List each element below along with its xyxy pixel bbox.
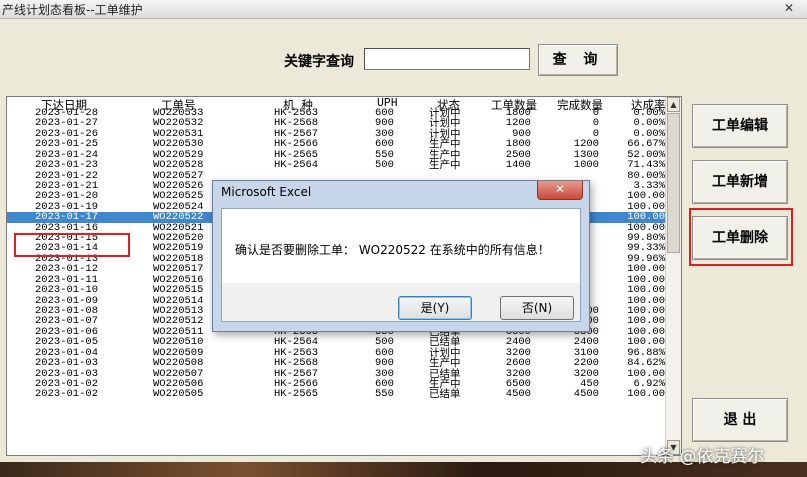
table-row[interactable]: 2023-01-24 WO220529 HK-2565 550 生产中 2500 1300 5… xyxy=(7,149,667,160)
table-row[interactable]: 2023-01-04 WO220509 HK-2563 600 计划中 3200 3100 9… xyxy=(7,347,667,358)
cell-done-qty: 4500 xyxy=(573,388,599,401)
delete-button-highlight xyxy=(689,208,793,266)
edit-order-button[interactable]: 工单编辑 xyxy=(692,104,788,148)
scroll-up-icon[interactable]: ▲ xyxy=(667,97,680,112)
table-row[interactable]: 2023-01-28 WO220533 HK-2563 600 计划中 1800 0 0.00… xyxy=(7,108,667,119)
cell-status: 生产中 xyxy=(429,357,461,370)
cell-uph: 900 xyxy=(375,357,394,370)
cell-issue-date: 2023-01-23 xyxy=(35,159,99,172)
keyword-label: 关键字查询 xyxy=(284,54,354,70)
cell-rate: 84.62% xyxy=(627,357,665,370)
dialog-message: 确认是否要删除工单： WO220522 在系统中的所有信息！ xyxy=(235,243,550,257)
exit-button[interactable]: 退 出 xyxy=(692,398,788,442)
add-order-button[interactable]: 工单新增 xyxy=(692,160,788,204)
table-row[interactable]: 2023-01-03 WO220508 HK-2568 900 生产中 2600 2200 8… xyxy=(7,357,667,370)
cell-work-order: WO220508 xyxy=(153,357,204,370)
table-row[interactable]: 2023-01-05 WO220510 HK-2564 500 已结单 2400 2400 1… xyxy=(7,337,667,348)
dialog-close-icon[interactable]: ✕ xyxy=(537,181,583,200)
cell-done-qty: 1000 xyxy=(573,159,599,172)
cell-status: 生产中 xyxy=(429,159,461,172)
no-button[interactable]: 否(N) xyxy=(500,296,574,320)
yes-button[interactable]: 是(Y) xyxy=(398,296,472,320)
table-row[interactable]: 2023-01-26 WO220531 HK-2567 300 计划中 900 0 0.00% xyxy=(7,128,667,139)
cell-work-order: WO220528 xyxy=(153,159,204,172)
cell-order-qty: 1400 xyxy=(505,159,531,172)
cell-rate: 71.43% xyxy=(627,159,665,172)
cell-uph: 550 xyxy=(375,388,394,401)
cell-work-order: WO220515 xyxy=(153,284,204,297)
keyword-input[interactable] xyxy=(364,48,530,70)
form-titlebar: 产线计划态看板--工单维护 ✕ xyxy=(0,0,807,19)
dialog-body: 确认是否要删除工单： WO220522 在系统中的所有信息！ 是(Y) 否(N) xyxy=(221,208,581,322)
cell-model: HK-2568 xyxy=(274,357,319,370)
cell-model: HK-2565 xyxy=(274,388,319,401)
table-row[interactable]: 2023-01-02 WO220506 HK-2566 600 生产中 6500 450 6.… xyxy=(7,378,667,389)
cell-issue-date: 2023-01-02 xyxy=(35,388,99,401)
cell-issue-date: 2023-01-03 xyxy=(35,357,99,370)
cell-work-order: WO220505 xyxy=(153,388,204,401)
cell-order-qty: 2600 xyxy=(505,357,531,370)
cell-issue-date: 2023-01-10 xyxy=(35,284,99,297)
dialog-message-area: 确认是否要删除工单： WO220522 在系统中的所有信息！ xyxy=(222,209,580,283)
cell-model: HK-2564 xyxy=(274,159,319,172)
cell-rate: 100.00 xyxy=(627,284,665,297)
query-button[interactable]: 查 询 xyxy=(538,44,618,76)
table-row[interactable]: 2023-01-03 WO220507 HK-2567 300 已结单 3200 3200 1… xyxy=(7,368,667,379)
table-row[interactable]: 2023-01-27 WO220532 HK-2568 900 计划中 1200 0 0.00… xyxy=(7,118,667,129)
scroll-thumb[interactable] xyxy=(667,113,680,253)
table-row[interactable]: 2023-01-23 WO220528 HK-2564 500 生产中 1400 1000 7… xyxy=(7,159,667,172)
form-title: 产线计划态看板--工单维护 xyxy=(2,3,143,17)
dialog-title: Microsoft Excel xyxy=(221,185,312,199)
table-row[interactable]: 2023-01-25 WO220530 HK-2566 600 生产中 1800 1200 6… xyxy=(7,139,667,150)
cell-order-qty: 4500 xyxy=(505,388,531,401)
cell-uph: 500 xyxy=(375,159,394,172)
cell-done-qty: 2200 xyxy=(573,357,599,370)
table-row[interactable]: 2023-01-02 WO220505 HK-2565 550 已结单 4500 4500 1… xyxy=(7,388,667,401)
watermark: 头条 @依克赛尔 xyxy=(640,447,765,467)
selected-date-highlight xyxy=(14,233,130,257)
cell-status: 已结单 xyxy=(429,388,461,401)
confirm-dialog: Microsoft Excel ✕ 确认是否要删除工单： WO220522 在系… xyxy=(212,180,590,332)
list-scrollbar[interactable]: ▲ ▼ xyxy=(665,97,681,455)
cell-rate: 100.00 xyxy=(627,388,665,401)
form-close-icon[interactable]: ✕ xyxy=(777,1,801,16)
